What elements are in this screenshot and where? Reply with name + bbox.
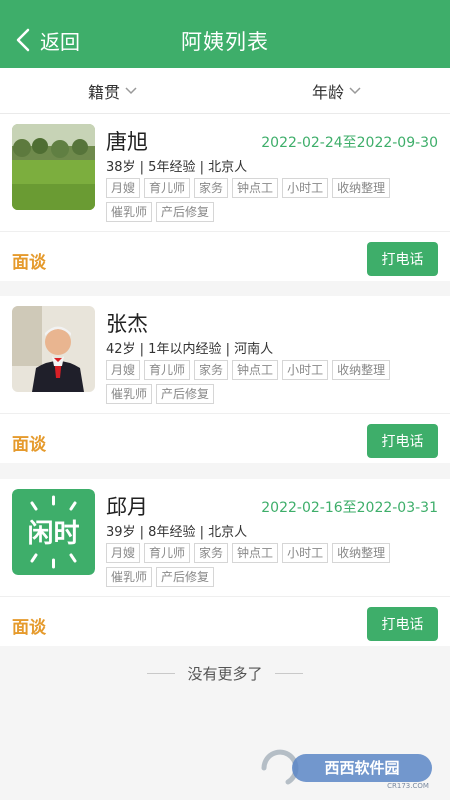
skill-tag: 家务 bbox=[194, 178, 229, 198]
park-lawn-photo bbox=[12, 124, 95, 210]
skill-tag: 催乳师 bbox=[106, 384, 153, 404]
skill-tag: 月嫂 bbox=[106, 178, 141, 198]
origin-filter[interactable]: 籍贯 bbox=[88, 68, 138, 114]
avatar: 闲时 bbox=[12, 489, 95, 575]
chevron-down-icon bbox=[125, 87, 137, 95]
skill-tag: 月嫂 bbox=[106, 543, 141, 563]
skill-tag: 育儿师 bbox=[144, 360, 191, 380]
nanny-name: 唐旭 bbox=[106, 130, 148, 154]
end-of-list-notice: 没有更多了 bbox=[0, 660, 450, 686]
card-divider bbox=[0, 413, 450, 414]
interview-link[interactable]: 面谈 bbox=[12, 430, 46, 455]
nanny-card[interactable]: 张杰 42岁 | 1年以内经验 | 河南人 月嫂 育儿师 家务 钟点工 小时工 … bbox=[0, 296, 450, 463]
watermark-logo: 西西软件园 CR173.COM bbox=[261, 749, 432, 790]
availability-dates: 2022-02-16至2022-03-31 bbox=[261, 500, 438, 516]
skill-tags: 月嫂 育儿师 家务 钟点工 小时工 收纳整理 催乳师 产后修复 bbox=[106, 178, 412, 222]
skill-tag: 催乳师 bbox=[106, 567, 153, 587]
skill-tag: 育儿师 bbox=[144, 178, 191, 198]
skill-tag: 家务 bbox=[194, 543, 229, 563]
age-filter[interactable]: 年龄 bbox=[312, 68, 362, 114]
xianshi-logo: 闲时 bbox=[12, 489, 95, 575]
nanny-card[interactable]: 唐旭 2022-02-24至2022-09-30 38岁 | 5年经验 | 北京… bbox=[0, 114, 450, 281]
interview-link[interactable]: 面谈 bbox=[12, 613, 46, 638]
skill-tag: 钟点工 bbox=[232, 543, 279, 563]
skill-tag: 家务 bbox=[194, 360, 229, 380]
skill-tag: 产后修复 bbox=[156, 384, 215, 404]
age-filter-label: 年龄 bbox=[312, 83, 345, 102]
skill-tag: 育儿师 bbox=[144, 543, 191, 563]
elderly-man-photo bbox=[12, 306, 95, 392]
nanny-info: 38岁 | 5年经验 | 北京人 bbox=[106, 160, 248, 175]
availability-dates: 2022-02-24至2022-09-30 bbox=[261, 135, 438, 151]
watermark-text: 西西软件园 bbox=[324, 759, 399, 777]
skill-tag: 产后修复 bbox=[156, 202, 215, 222]
skill-tag: 产后修复 bbox=[156, 567, 215, 587]
watermark-subtext: CR173.COM bbox=[387, 782, 429, 790]
skill-tag: 收纳整理 bbox=[332, 543, 391, 563]
call-button[interactable]: 打电话 bbox=[367, 242, 438, 276]
skill-tag: 钟点工 bbox=[232, 360, 279, 380]
nanny-card[interactable]: 闲时 邱月 2022-02-16至2022-03-31 39岁 | 8年经验 |… bbox=[0, 479, 450, 646]
header-bar: 返回 阿姨列表 bbox=[0, 0, 450, 68]
card-divider bbox=[0, 231, 450, 232]
call-button[interactable]: 打电话 bbox=[367, 424, 438, 458]
nanny-info: 39岁 | 8年经验 | 北京人 bbox=[106, 525, 248, 540]
nanny-name: 张杰 bbox=[106, 312, 148, 336]
skill-tag: 月嫂 bbox=[106, 360, 141, 380]
chevron-down-icon bbox=[349, 87, 361, 95]
interview-link[interactable]: 面谈 bbox=[12, 248, 46, 273]
skill-tags: 月嫂 育儿师 家务 钟点工 小时工 收纳整理 催乳师 产后修复 bbox=[106, 543, 412, 587]
skill-tag: 收纳整理 bbox=[332, 360, 391, 380]
filter-bar: 籍贯 年龄 bbox=[0, 68, 450, 114]
call-button[interactable]: 打电话 bbox=[367, 607, 438, 641]
origin-filter-label: 籍贯 bbox=[88, 83, 121, 102]
skill-tag: 小时工 bbox=[282, 360, 329, 380]
logo-text: 闲时 bbox=[27, 519, 79, 549]
page-title: 阿姨列表 bbox=[181, 30, 269, 54]
avatar bbox=[12, 124, 95, 210]
divider-line bbox=[274, 672, 303, 674]
divider-line bbox=[147, 672, 176, 674]
card-divider bbox=[0, 596, 450, 597]
skill-tags: 月嫂 育儿师 家务 钟点工 小时工 收纳整理 催乳师 产后修复 bbox=[106, 360, 412, 404]
nanny-name: 邱月 bbox=[106, 495, 148, 519]
skill-tag: 小时工 bbox=[282, 178, 329, 198]
skill-tag: 收纳整理 bbox=[332, 178, 391, 198]
avatar bbox=[12, 306, 95, 392]
skill-tag: 催乳师 bbox=[106, 202, 153, 222]
nanny-info: 42岁 | 1年以内经验 | 河南人 bbox=[106, 342, 274, 357]
skill-tag: 小时工 bbox=[282, 543, 329, 563]
skill-tag: 钟点工 bbox=[232, 178, 279, 198]
no-more-text: 没有更多了 bbox=[187, 664, 263, 683]
